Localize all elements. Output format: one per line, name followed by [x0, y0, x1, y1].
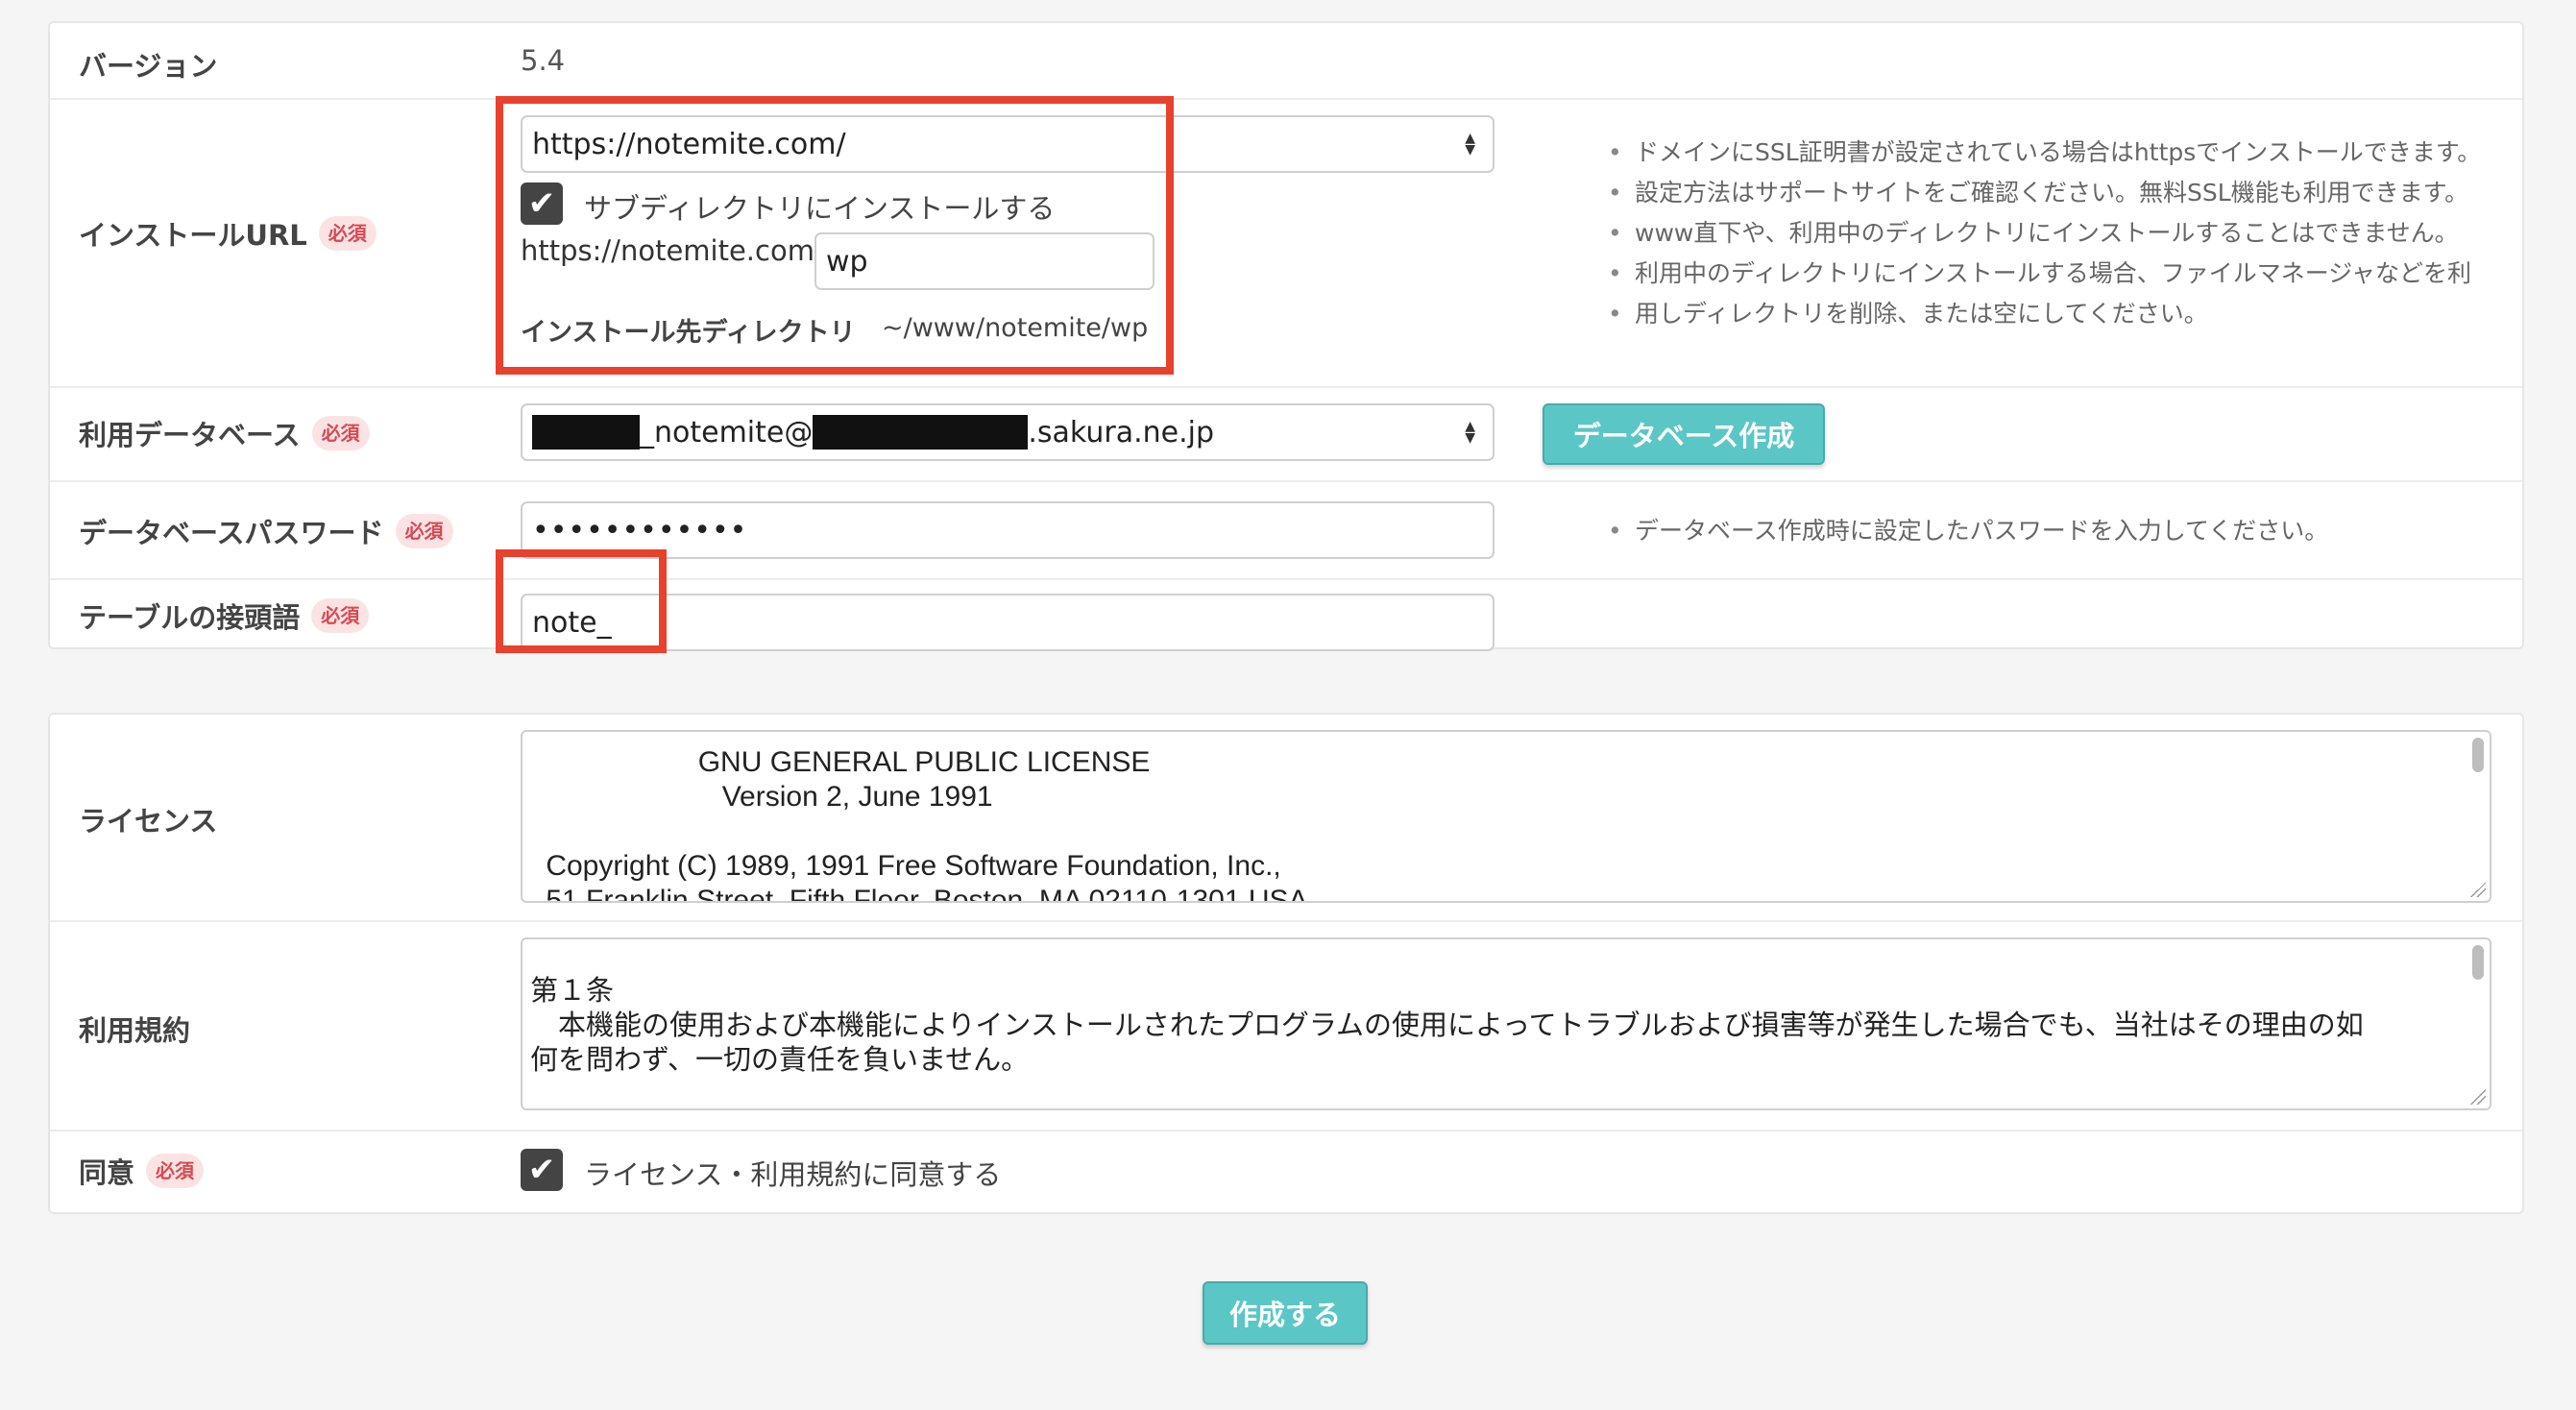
version-value: 5.4 [521, 44, 566, 77]
license-textarea[interactable]: GNU GENERAL PUBLIC LICENSE Version 2, Ju… [521, 730, 2491, 903]
resize-grip-icon[interactable] [2470, 882, 2486, 897]
table-prefix-row: テーブルの接頭語 必須 note_ [50, 580, 2522, 651]
redacted-block [532, 415, 640, 450]
terms-label: 利用規約 [79, 1014, 191, 1047]
required-badge: 必須 [311, 416, 370, 450]
resize-grip-icon[interactable] [2470, 1089, 2486, 1105]
settings-panel: バージョン 5.4 インストールURL 必須 https://notemite.… [48, 21, 2524, 653]
license-label: ライセンス [79, 805, 218, 838]
agree-label: 同意 必須 [79, 1151, 205, 1191]
note-item: ドメインにSSL証明書が設定されている場合はhttpsでインストールできます。 [1604, 133, 2481, 173]
license-row: ライセンス GNU GENERAL PUBLIC LICENSE Version… [50, 715, 2522, 922]
terms-textarea[interactable]: 第１条 本機能の使用および本機能によりインストールされたプログラムの使用によって… [521, 937, 2491, 1110]
agree-row: 同意 必須 ✔ ライセンス・利用規約に同意する [50, 1131, 2522, 1210]
note-item-continued: 設定方法はサポートサイトをご確認ください。無料SSL機能も利用できます。 [1604, 173, 2481, 213]
select-arrows-icon: ▲ ▼ [1465, 131, 1475, 158]
redacted-block [813, 415, 1029, 450]
install-url-row: インストールURL 必須 https://notemite.com/ ▲ ▼ ✔ … [50, 100, 2522, 388]
scrollbar-thumb[interactable] [2472, 945, 2484, 980]
agreement-panel: ライセンス GNU GENERAL PUBLIC LICENSE Version… [48, 713, 2524, 1214]
db-password-label: データベースパスワード 必須 [79, 511, 453, 551]
database-select[interactable]: _notemite@ .sakura.ne.jp ▲ ▼ [521, 403, 1495, 461]
agree-checkbox[interactable]: ✔ [521, 1149, 563, 1191]
table-prefix-input[interactable]: note_ [521, 594, 1495, 651]
checkmark-icon: ✔ [527, 1151, 556, 1189]
database-row: 利用データベース 必須 _notemite@ .sakura.ne.jp ▲ ▼ … [50, 388, 2522, 482]
select-arrows-icon: ▲ ▼ [1465, 419, 1475, 446]
note-item: www直下や、利用中のディレクトリにインストールすることはできません。 [1604, 213, 2481, 254]
version-row: バージョン 5.4 [50, 23, 2522, 100]
required-badge: 必須 [311, 598, 370, 633]
note-item: 利用中のディレクトリにインストールする場合、ファイルマネージャなどを利 [1604, 254, 2481, 294]
required-badge: 必須 [395, 514, 453, 548]
required-badge: 必須 [146, 1154, 205, 1188]
required-badge: 必須 [318, 216, 377, 251]
database-label: 利用データベース 必須 [79, 413, 370, 453]
agree-checkbox-label[interactable]: ライセンス・利用規約に同意する [584, 1153, 1001, 1193]
note-item-continued: 用しディレクトリを削除、または空にしてください。 [1604, 294, 2481, 334]
install-url-notes: ドメインにSSL証明書が設定されている場合はhttpsでインストールできます。 … [1604, 133, 2481, 334]
highlight-box-table-prefix [496, 549, 667, 653]
scrollbar-thumb[interactable] [2472, 738, 2484, 772]
note-item: データベース作成時に設定したパスワードを入力してください。 [1604, 511, 2328, 551]
terms-row: 利用規約 第１条 本機能の使用および本機能によりインストールされたプログラムの使… [50, 922, 2522, 1131]
db-password-notes: データベース作成時に設定したパスワードを入力してください。 [1604, 511, 2328, 551]
db-password-input[interactable]: •••••••••••• [521, 501, 1495, 559]
highlight-box-install-url [496, 96, 1174, 375]
version-label: バージョン [79, 50, 218, 83]
install-url-label: インストールURL 必須 [79, 213, 377, 254]
submit-button[interactable]: 作成する [1203, 1281, 1368, 1345]
db-password-row: データベースパスワード 必須 •••••••••••• データベース作成時に設定… [50, 482, 2522, 580]
create-database-button[interactable]: データベース作成 [1543, 403, 1825, 465]
table-prefix-label: テーブルの接頭語 必須 [79, 596, 370, 636]
